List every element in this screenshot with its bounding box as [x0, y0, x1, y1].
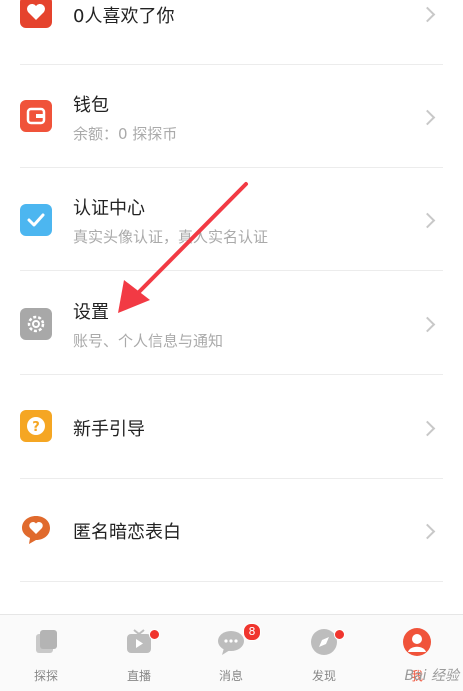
notification-dot [334, 629, 345, 640]
tab-label: 消息 [218, 669, 243, 683]
unread-badge: 8 [243, 623, 261, 641]
tab-discover[interactable]: 发现 [278, 615, 370, 691]
annotation-arrow-icon [118, 182, 248, 313]
profile-icon [402, 627, 432, 657]
tab-label: 发现 [311, 669, 336, 683]
cards-icon [31, 627, 61, 657]
chat-icon [216, 627, 246, 657]
tab-label: 探探 [33, 669, 58, 683]
tab-tantan[interactable]: 探探 [0, 615, 92, 691]
bottom-tab-bar: 探探 直播 8 消息 发现 我 [0, 614, 463, 691]
watermark: Bai 经验 [404, 668, 459, 684]
tab-messages[interactable]: 8 消息 [185, 615, 277, 691]
tab-label: 直播 [126, 669, 151, 683]
tab-live[interactable]: 直播 [93, 615, 185, 691]
notification-dot [149, 629, 160, 640]
